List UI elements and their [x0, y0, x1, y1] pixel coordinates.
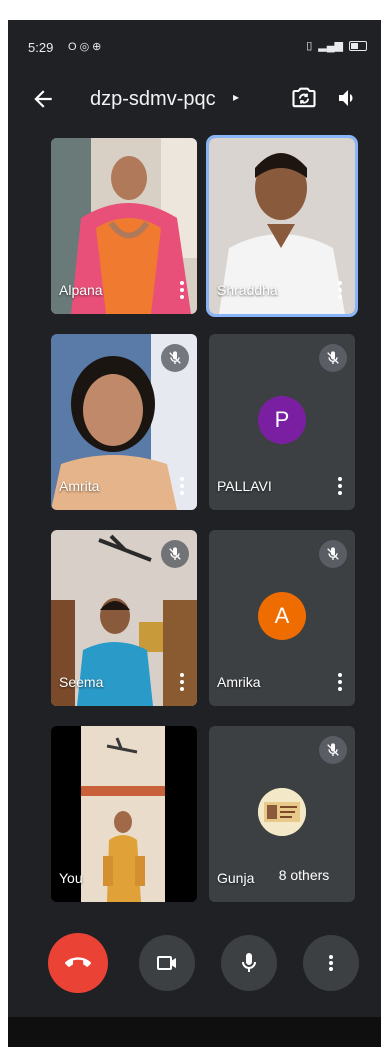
meeting-info-caret-icon[interactable]: ▸ [233, 90, 239, 104]
system-navigation-bar [8, 1017, 381, 1047]
camera-toggle-button[interactable] [139, 935, 195, 991]
participant-name: Gunja [217, 870, 255, 886]
end-call-button[interactable] [48, 933, 108, 993]
muted-mic-icon [319, 736, 347, 764]
tile-more-icon[interactable] [333, 670, 347, 694]
status-bar: 5:29 O◎⊕ ▯ ▂▄▆ [8, 20, 381, 76]
vibrate-icon: ▯ [306, 40, 313, 52]
speaker-icon[interactable] [336, 86, 360, 110]
camera-icon [157, 956, 176, 970]
participant-name: Seema [59, 674, 104, 690]
notification-icons: O◎⊕ [68, 40, 104, 53]
back-arrow-icon[interactable] [30, 86, 56, 112]
tile-more-icon[interactable] [333, 474, 347, 498]
participant-avatar-image [258, 788, 306, 836]
more-options-button[interactable] [303, 935, 359, 991]
muted-mic-icon [161, 344, 189, 372]
participant-tile-alpana[interactable]: Alpana [51, 138, 197, 314]
tile-more-icon[interactable] [175, 474, 189, 498]
participant-avatar: A [258, 592, 306, 640]
muted-mic-icon [319, 540, 347, 568]
more-options-icon [329, 955, 333, 971]
call-controls [8, 933, 381, 1005]
participant-tile-amrita[interactable]: Amrita [51, 334, 197, 510]
participant-name: Amrita [59, 478, 100, 494]
signal-o-icon: O [68, 41, 80, 53]
participant-tile-shraddha[interactable]: Shraddha [206, 135, 358, 317]
participant-tile-amrika[interactable]: A Amrika [209, 530, 355, 706]
microphone-toggle-button[interactable] [221, 935, 277, 991]
top-bar: dzp-sdmv-pqc ▸ [8, 80, 381, 120]
battery-icon [349, 40, 367, 51]
status-time: 5:29 [28, 40, 54, 55]
end-call-icon [65, 957, 91, 967]
settings-icon: ⊕ [92, 41, 105, 53]
participant-name: You [59, 870, 83, 886]
switch-camera-icon[interactable] [290, 84, 318, 112]
participant-name: Alpana [59, 282, 103, 298]
tile-more-icon[interactable] [175, 670, 189, 694]
muted-mic-icon [161, 540, 189, 568]
participant-tile-seema[interactable]: Seema [51, 530, 197, 706]
microphone-icon [242, 953, 256, 972]
participant-tile-you[interactable]: You [51, 726, 197, 902]
tile-more-icon[interactable] [333, 278, 347, 302]
participant-name: PALLAVI [217, 478, 272, 494]
meeting-code[interactable]: dzp-sdmv-pqc [90, 88, 216, 111]
others-chip[interactable]: 8 others [262, 857, 346, 893]
status-right: ▯ ▂▄▆ [306, 39, 367, 52]
participant-name: Amrika [217, 674, 261, 690]
participant-avatar: P [258, 396, 306, 444]
whatsapp-icon: ◎ [79, 41, 93, 53]
participant-tile-pallavi[interactable]: P PALLAVI [209, 334, 355, 510]
phone-screen: 5:29 O◎⊕ ▯ ▂▄▆ dzp-sdmv-pqc ▸ Alpana Shr… [8, 20, 381, 1047]
network-icon: ▂▄▆ [318, 40, 343, 52]
tile-more-icon[interactable] [175, 278, 189, 302]
muted-mic-icon [319, 344, 347, 372]
participant-name: Shraddha [217, 282, 278, 298]
